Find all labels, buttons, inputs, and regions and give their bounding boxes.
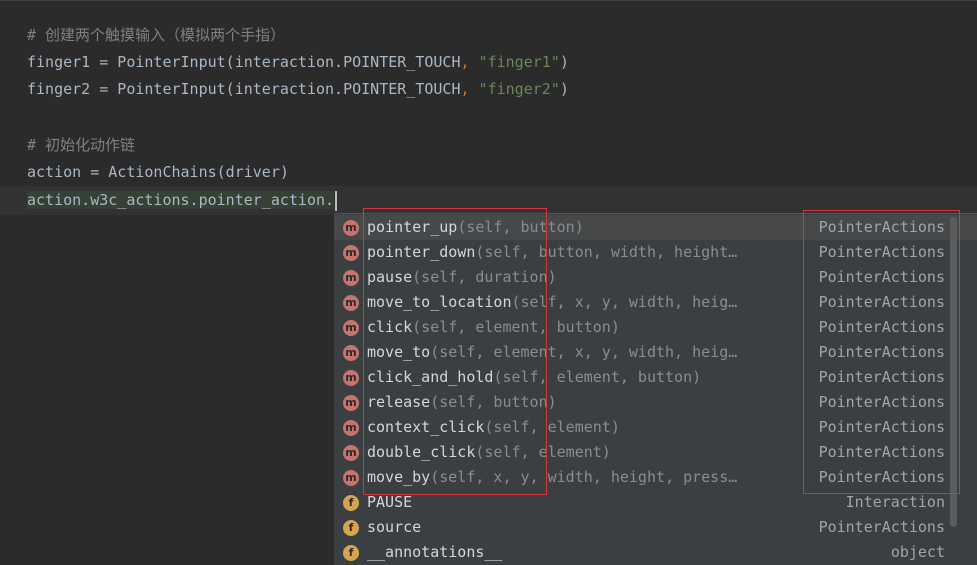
- completion-params: (self, x, y, width, height, press…: [430, 468, 738, 486]
- completion-type: PointerActions: [818, 518, 945, 536]
- code-comma: ,: [460, 80, 470, 98]
- completion-item-move-to-location[interactable]: m move_to_location(self, x, y, width, he…: [334, 290, 977, 315]
- method-icon: m: [343, 220, 359, 236]
- code-string: "finger1": [478, 53, 560, 71]
- code-line-comment-1: # 创建两个触摸输入（模拟两个手指）: [27, 26, 286, 44]
- completion-params: (self, element, x, y, width, heig…: [430, 343, 738, 361]
- completion-name: move_to_location: [367, 293, 512, 311]
- completion-item-pointer-up[interactable]: m pointer_up(self, button) PointerAction…: [334, 215, 977, 240]
- completion-name: release: [367, 393, 431, 411]
- code-text: finger2 = PointerInput(interaction.POINT…: [27, 80, 461, 98]
- completion-type: PointerActions: [818, 468, 945, 486]
- method-icon: m: [343, 320, 359, 336]
- code-line-comment-2: # 初始化动作链: [27, 136, 136, 154]
- completion-type: PointerActions: [818, 243, 945, 261]
- completion-name: double_click: [367, 443, 476, 461]
- completion-type: PointerActions: [818, 418, 945, 436]
- completion-params: (self, element): [484, 418, 620, 436]
- completion-type: Interaction: [845, 493, 945, 511]
- code-string: "finger2": [478, 80, 560, 98]
- completion-name: pause: [367, 268, 413, 286]
- code-line-finger2: finger2 = PointerInput(interaction.POINT…: [27, 76, 569, 103]
- completion-name: PAUSE: [367, 493, 413, 511]
- completion-item-double-click[interactable]: m double_click(self, element) PointerAct…: [334, 440, 977, 465]
- code-line-finger1: finger1 = PointerInput(interaction.POINT…: [27, 49, 569, 76]
- completion-item-click-and-hold[interactable]: m click_and_hold(self, element, button) …: [334, 365, 977, 390]
- method-icon: m: [343, 345, 359, 361]
- completion-type: PointerActions: [818, 268, 945, 286]
- completion-type: PointerActions: [818, 443, 945, 461]
- editor-top-border: [0, 0, 977, 1]
- completion-name: pointer_up: [367, 218, 458, 236]
- method-icon: m: [343, 470, 359, 486]
- text-caret: [335, 190, 338, 211]
- completion-name: move_to: [367, 343, 431, 361]
- completion-name: __annotations__: [367, 543, 503, 561]
- completion-item-context-click[interactable]: m context_click(self, element) PointerAc…: [334, 415, 977, 440]
- code-line-current[interactable]: action.w3c_actions.pointer_action.: [27, 187, 338, 214]
- completion-params: (self, button): [430, 393, 557, 411]
- method-icon: m: [343, 445, 359, 461]
- method-icon: m: [343, 420, 359, 436]
- code-text: finger1 = PointerInput(interaction.POINT…: [27, 53, 461, 71]
- code-paren: ): [559, 80, 569, 98]
- code-comma: ,: [460, 53, 470, 71]
- completion-params: (self, button, width, height…: [475, 243, 738, 261]
- method-icon: m: [343, 270, 359, 286]
- field-icon: f: [343, 545, 359, 561]
- completion-name: pointer_down: [367, 243, 476, 261]
- code-paren: ): [559, 53, 569, 71]
- completion-item-annotations[interactable]: f __annotations__ object: [334, 540, 977, 565]
- completion-params: (self, element, button): [412, 318, 620, 336]
- completion-params: (self, x, y, width, heig…: [511, 293, 738, 311]
- completion-item-source[interactable]: f source PointerActions: [334, 515, 977, 540]
- method-icon: m: [343, 370, 359, 386]
- method-icon: m: [343, 395, 359, 411]
- completion-type: PointerActions: [818, 218, 945, 236]
- completion-type: PointerActions: [818, 393, 945, 411]
- completion-type: object: [890, 543, 945, 561]
- completion-type: PointerActions: [818, 318, 945, 336]
- completion-type: PointerActions: [818, 293, 945, 311]
- completion-params: (self, element): [475, 443, 611, 461]
- field-icon: f: [343, 520, 359, 536]
- completion-name: source: [367, 518, 422, 536]
- completion-item-move-to[interactable]: m move_to(self, element, x, y, width, he…: [334, 340, 977, 365]
- completion-name: context_click: [367, 418, 485, 436]
- popup-scrollbar[interactable]: [950, 217, 957, 527]
- completion-item-move-by[interactable]: m move_by(self, x, y, width, height, pre…: [334, 465, 977, 490]
- method-icon: m: [343, 295, 359, 311]
- completion-item-pause-field[interactable]: f PAUSE Interaction: [334, 490, 977, 515]
- completion-type: PointerActions: [818, 343, 945, 361]
- completion-name: click_and_hold: [367, 368, 494, 386]
- completion-params: (self, button): [457, 218, 584, 236]
- completion-name: move_by: [367, 468, 431, 486]
- completion-item-pointer-down[interactable]: m pointer_down(self, button, width, heig…: [334, 240, 977, 265]
- completion-item-pause[interactable]: m pause(self, duration) PointerActions: [334, 265, 977, 290]
- completion-type: PointerActions: [818, 368, 945, 386]
- code-line-action: action = ActionChains(driver): [27, 163, 289, 181]
- method-icon: m: [343, 245, 359, 261]
- field-icon: f: [343, 495, 359, 511]
- completion-params: (self, duration): [412, 268, 557, 286]
- highlighted-expression: action.w3c_actions.pointer_action.: [27, 191, 335, 209]
- completion-item-click[interactable]: m click(self, element, button) PointerAc…: [334, 315, 977, 340]
- completion-item-release[interactable]: m release(self, button) PointerActions: [334, 390, 977, 415]
- code-completion-popup[interactable]: m pointer_up(self, button) PointerAction…: [334, 213, 977, 565]
- completion-name: click: [367, 318, 413, 336]
- completion-params: (self, element, button): [493, 368, 702, 386]
